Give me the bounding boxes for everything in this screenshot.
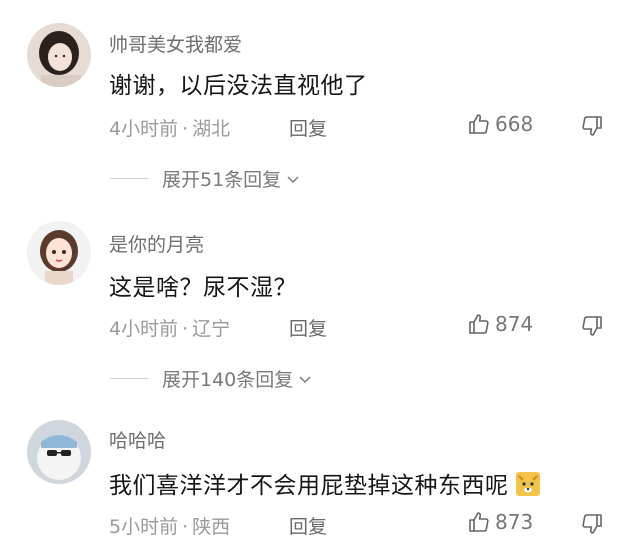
comment-text-body: 我们喜洋洋才不会用屁垫掉这种东西呢 bbox=[109, 473, 509, 499]
like-button[interactable]: 873 bbox=[467, 510, 533, 534]
thumbs-down-icon bbox=[582, 316, 602, 336]
comment-item: 帅哥美女我都爱 谢谢，以后没法直视他了 4小时前 · 湖北 回复 668 展开51条… bbox=[0, 0, 640, 200]
timestamp: 4小时前 bbox=[109, 118, 179, 140]
divider bbox=[110, 378, 148, 379]
comment-text: 我们喜洋洋才不会用屁垫掉这种东西呢 bbox=[109, 466, 541, 500]
dislike-button[interactable] bbox=[580, 512, 604, 540]
username[interactable]: 哈哈哈 bbox=[109, 426, 166, 453]
thumbs-up-icon bbox=[469, 314, 489, 334]
comment-item: 是你的月亮 这是啥？尿不湿？ 4小时前 · 辽宁 回复 874 展开140条回复 bbox=[0, 200, 640, 400]
reply-button[interactable]: 回复 bbox=[289, 512, 327, 539]
comment-text: 谢谢，以后没法直视他了 bbox=[109, 73, 368, 99]
dislike-button[interactable] bbox=[580, 314, 604, 342]
comment-item: 哈哈哈 我们喜洋洋才不会用屁垫掉这种东西呢 5小时前 · 陕西 回复 873 bbox=[0, 400, 640, 551]
username[interactable]: 帅哥美女我都爱 bbox=[109, 30, 242, 57]
comment-text: 这是啥？尿不湿？ bbox=[109, 275, 297, 301]
like-count: 668 bbox=[495, 112, 534, 136]
timestamp: 4小时前 bbox=[109, 318, 179, 340]
location: 陕西 bbox=[192, 516, 231, 538]
expand-replies-label: 展开140条回复 bbox=[162, 369, 294, 391]
expand-replies-label: 展开51条回复 bbox=[162, 169, 282, 191]
like-button[interactable]: 668 bbox=[467, 112, 533, 136]
timestamp: 5小时前 bbox=[109, 516, 179, 538]
separator: · bbox=[182, 318, 189, 340]
chevron-down-icon bbox=[287, 175, 299, 183]
avatar[interactable] bbox=[27, 221, 91, 285]
expand-replies-button[interactable]: 展开140条回复 bbox=[110, 365, 313, 392]
avatar[interactable] bbox=[27, 420, 91, 484]
reply-button[interactable]: 回复 bbox=[289, 314, 327, 341]
like-count: 874 bbox=[495, 312, 534, 336]
reply-button[interactable]: 回复 bbox=[289, 114, 327, 141]
like-count: 873 bbox=[495, 510, 534, 534]
doge-emoji-icon bbox=[515, 470, 541, 498]
username[interactable]: 是你的月亮 bbox=[109, 230, 204, 257]
comment-meta: 4小时前 · 辽宁 bbox=[109, 314, 230, 341]
avatar[interactable] bbox=[27, 23, 91, 87]
expand-replies-button[interactable]: 展开51条回复 bbox=[110, 165, 301, 192]
dislike-button[interactable] bbox=[580, 114, 604, 142]
thumbs-up-icon bbox=[469, 512, 489, 532]
thumbs-down-icon bbox=[582, 116, 602, 136]
location: 湖北 bbox=[192, 118, 231, 140]
chevron-down-icon bbox=[299, 375, 311, 383]
comment-meta: 4小时前 · 湖北 bbox=[109, 114, 230, 141]
separator: · bbox=[182, 516, 189, 538]
thumbs-up-icon bbox=[469, 114, 489, 134]
thumbs-down-icon bbox=[582, 514, 602, 534]
comment-meta: 5小时前 · 陕西 bbox=[109, 512, 230, 539]
divider bbox=[110, 178, 148, 179]
location: 辽宁 bbox=[192, 318, 231, 340]
separator: · bbox=[182, 118, 189, 140]
like-button[interactable]: 874 bbox=[467, 312, 533, 336]
